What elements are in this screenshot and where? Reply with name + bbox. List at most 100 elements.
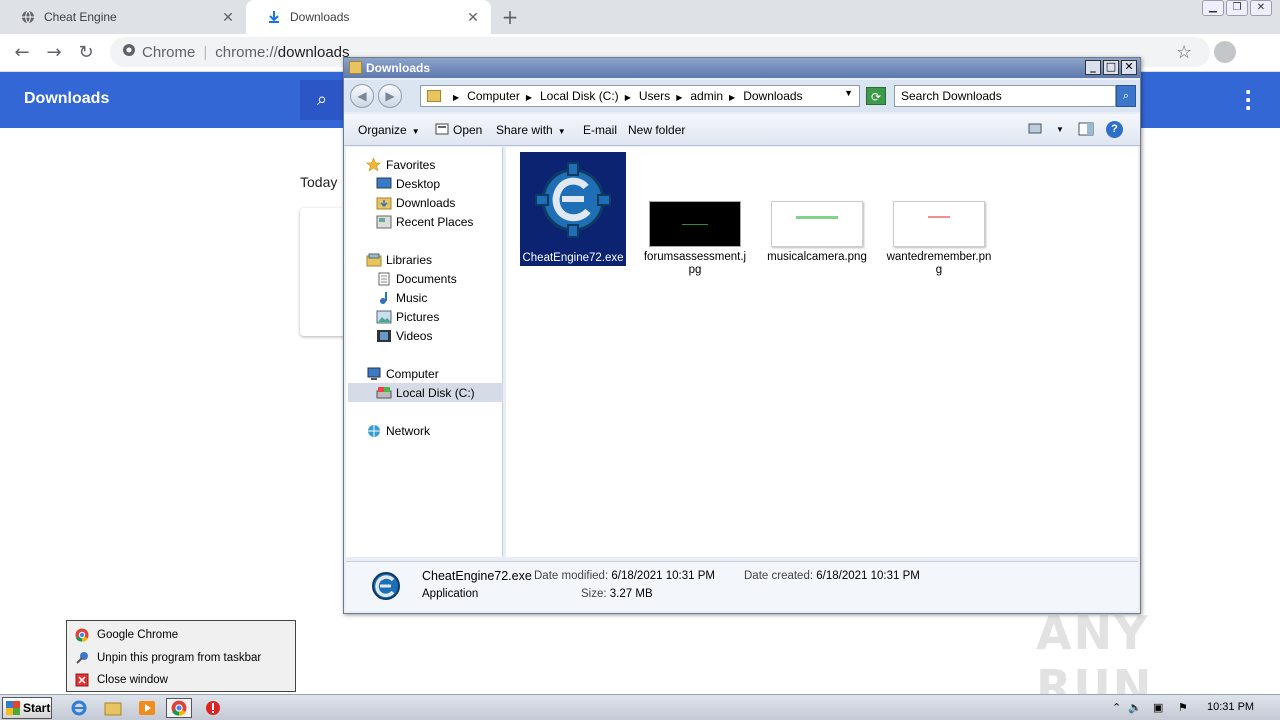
new-tab-button[interactable]: + <box>500 5 520 29</box>
view-dropdown-arrow-icon[interactable]: ▼ <box>1056 125 1064 134</box>
file-item[interactable]: musicalcamera.png <box>764 201 870 264</box>
minimize-button[interactable]: _ <box>1085 60 1101 75</box>
jumplist-item-google-chrome[interactable]: Google Chrome <box>75 625 178 645</box>
address-bar[interactable]: ▶ Computer ▶ Local Disk (C:) ▶ Users ▶ admi… <box>420 85 860 107</box>
explorer-titlebar[interactable]: Downloads _ □ ✕ <box>344 58 1140 78</box>
stop-icon <box>206 701 220 715</box>
window-title: Downloads <box>366 61 431 75</box>
breadcrumb-admin[interactable]: admin ▶ <box>690 89 735 103</box>
page-title: Downloads <box>24 90 110 107</box>
desktop-icon <box>376 177 392 191</box>
nav-item-favorites[interactable]: Favorites <box>365 155 435 174</box>
nav-item-libraries[interactable]: Libraries <box>366 250 432 269</box>
nav-item-computer[interactable]: Computer <box>366 364 439 383</box>
taskbar-internet-explorer[interactable] <box>66 698 92 718</box>
nav-item-desktop[interactable]: Desktop <box>376 174 440 193</box>
taskbar-media-player[interactable] <box>134 698 160 718</box>
cheat-engine-small-icon <box>368 568 404 607</box>
breadcrumb-local-disk[interactable]: Local Disk (C:) ▶ <box>540 89 631 103</box>
details-pane: CheatEngine72.exe Date modified: 6/18/20… <box>346 561 1138 611</box>
pictures-icon <box>376 310 392 324</box>
organize-button[interactable]: Organize ▼ <box>358 123 420 137</box>
jumplist-item-close-window[interactable]: Close window <box>75 670 168 690</box>
tab-cheat-engine[interactable]: Cheat Engine ✕ <box>0 0 246 34</box>
forward-arrow-icon[interactable]: → <box>42 41 66 65</box>
view-options-icon[interactable] <box>1028 122 1044 136</box>
browser-tab-strip: Cheat Engine ✕ Downloads ✕ + ▁ ❐ ✕ <box>0 0 1280 34</box>
star-icon <box>365 156 382 172</box>
taskbar-clock[interactable]: 10:31 PM <box>1207 701 1254 713</box>
volume-icon[interactable]: 🔈 <box>1128 701 1142 714</box>
detail-size: Size: 3.27 MB <box>581 588 653 600</box>
start-button[interactable]: Start <box>2 697 52 719</box>
action-center-flag-icon[interactable]: ⚑ <box>1178 701 1188 714</box>
window-controls: ▁ ❐ ✕ <box>1202 0 1272 16</box>
nav-item-videos[interactable]: Videos <box>376 326 432 345</box>
close-button[interactable]: ✕ <box>1121 60 1137 75</box>
videos-icon <box>376 329 392 343</box>
breadcrumb-arrow[interactable]: ▶ <box>447 89 459 103</box>
chrome-icon <box>171 700 187 716</box>
nav-item-recent-places[interactable]: Recent Places <box>376 212 473 231</box>
refresh-icon[interactable]: ⟳ <box>866 87 886 105</box>
tray-expand-icon[interactable]: ⌃ <box>1112 701 1121 714</box>
file-item[interactable]: forumsassessment.jpg <box>642 201 748 277</box>
folder-icon <box>427 90 441 102</box>
restore-button[interactable]: ❐ <box>1226 0 1248 16</box>
taskbar-chrome[interactable] <box>166 698 192 718</box>
open-button[interactable]: Open <box>453 123 482 137</box>
profile-avatar[interactable] <box>1214 41 1236 63</box>
navigation-pane: Favorites Desktop Downloads Recent Place… <box>346 147 503 557</box>
open-icon <box>435 122 451 136</box>
breadcrumb-computer[interactable]: Computer ▶ <box>467 89 532 103</box>
detail-file-type: Application <box>422 588 479 600</box>
omnibox-chip: Chrome <box>142 43 196 61</box>
chrome-logo-icon <box>122 43 136 61</box>
help-icon[interactable]: ? <box>1106 121 1123 138</box>
dropdown-arrow-icon[interactable]: ▼ <box>844 88 853 98</box>
file-item[interactable]: wantedremember.png <box>886 201 992 277</box>
taskbar-stop-app[interactable] <box>200 698 226 718</box>
file-item[interactable]: CheatEngine72.exe <box>520 152 626 266</box>
share-with-button[interactable]: Share with ▼ <box>496 123 566 137</box>
back-button[interactable]: ◀ <box>350 84 374 108</box>
breadcrumb-users[interactable]: Users ▶ <box>639 89 683 103</box>
network-tray-icon[interactable]: ▣ <box>1153 701 1163 714</box>
detail-date-modified: Date modified: 6/18/2021 10:31 PM <box>534 570 715 582</box>
tab-downloads[interactable]: Downloads ✕ <box>246 0 491 34</box>
forward-button[interactable]: ▶ <box>378 84 402 108</box>
explorer-window-controls: _ □ ✕ <box>1085 60 1137 75</box>
nav-item-downloads[interactable]: Downloads <box>376 193 455 212</box>
nav-item-network[interactable]: Network <box>366 421 430 440</box>
explorer-window: Downloads _ □ ✕ ◀ ▶ ▶ Computer ▶ Local Di… <box>343 57 1141 614</box>
nav-item-music[interactable]: Music <box>376 288 427 307</box>
taskbar-explorer[interactable] <box>100 698 126 718</box>
close-window-button[interactable]: ✕ <box>1250 0 1272 16</box>
taskbar-jump-list: Google Chrome Unpin this program from ta… <box>66 620 296 692</box>
nav-item-local-disk[interactable]: Local Disk (C:) <box>348 383 503 402</box>
close-tab-icon[interactable]: ✕ <box>465 9 481 26</box>
taskbar: Start ⌃ 🔈 ▣ ⚑ 10:31 PM <box>0 694 1280 720</box>
new-folder-button[interactable]: New folder <box>628 123 685 137</box>
preview-pane-icon[interactable] <box>1078 122 1094 136</box>
search-icon[interactable]: ⌕ <box>300 80 344 120</box>
image-thumbnail <box>893 201 985 247</box>
search-input[interactable]: Search Downloads <box>894 85 1116 107</box>
nav-item-documents[interactable]: Documents <box>376 269 457 288</box>
reload-icon[interactable]: ↻ <box>74 41 98 65</box>
nav-item-pictures[interactable]: Pictures <box>376 307 439 326</box>
image-thumbnail <box>771 201 863 247</box>
breadcrumb-downloads[interactable]: Downloads <box>743 89 802 103</box>
more-options-icon[interactable]: · · · <box>1244 82 1252 118</box>
minimize-button[interactable]: ▁ <box>1202 0 1224 16</box>
music-icon <box>376 291 392 305</box>
back-arrow-icon[interactable]: ← <box>10 41 34 65</box>
maximize-button[interactable]: □ <box>1103 60 1119 75</box>
search-icon[interactable]: ⌕ <box>1116 85 1136 107</box>
close-window-icon <box>75 673 89 687</box>
email-button[interactable]: E-mail <box>583 123 617 137</box>
jumplist-item-unpin[interactable]: Unpin this program from taskbar <box>75 648 261 668</box>
close-tab-icon[interactable]: ✕ <box>220 9 236 26</box>
bookmark-star-icon[interactable]: ☆ <box>1176 42 1192 63</box>
cheat-engine-icon <box>521 152 625 248</box>
